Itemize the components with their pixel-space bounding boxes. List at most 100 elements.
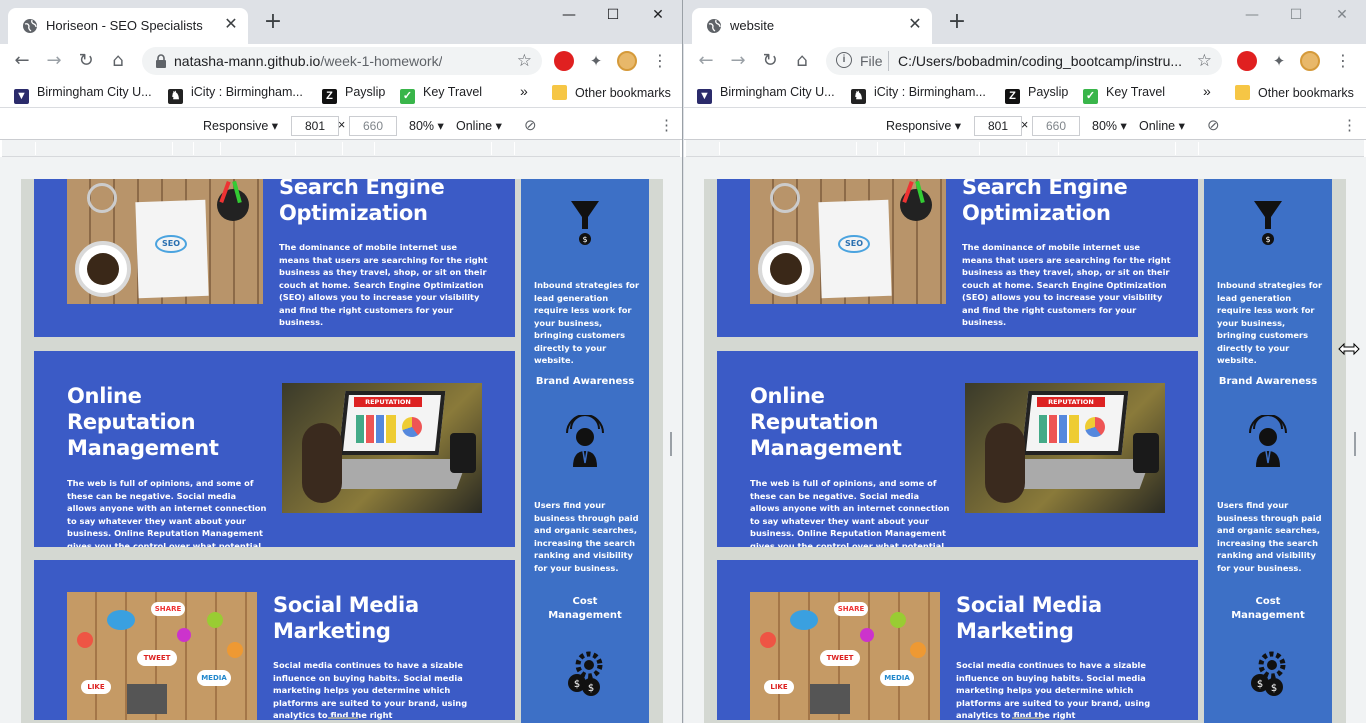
resize-handle-bottom[interactable] [328,717,358,719]
svg-text:$: $ [574,679,580,690]
reputation-heading-line2: Reputation [67,410,196,434]
bookmark-icity[interactable]: ♞ iCity : Birmingham... [168,85,303,104]
maximize-button[interactable]: ☐ [598,4,628,26]
network-dropdown[interactable]: Online ▾ [1139,118,1185,133]
file-scheme-label: File [860,53,883,69]
aside-lead-text: Inbound strategies for lead generation r… [534,280,640,365]
minimize-button[interactable]: — [1237,4,1267,26]
resize-handle-bottom[interactable] [1012,717,1042,719]
seo-heading-line2: Optimization [279,201,428,225]
other-bookmarks[interactable]: Other bookmarks [1235,85,1354,100]
adblock-extension-icon[interactable] [1237,51,1257,71]
svg-text:$: $ [582,235,587,244]
address-bar[interactable]: natasha-mann.github.io/week-1-homework/ … [142,47,542,75]
network-dropdown[interactable]: Online ▾ [456,118,502,133]
resize-handle-right[interactable] [670,432,672,456]
resize-cursor-icon [1338,342,1360,356]
card-reputation: Online Reputation Management REPUTATION Th… [34,351,515,547]
svg-text:$: $ [588,683,594,694]
minimize-button[interactable]: — [554,4,584,26]
maximize-button[interactable]: ☐ [1281,4,1311,26]
zoom-dropdown[interactable]: 80% ▾ [1092,118,1127,133]
url-text: natasha-mann.github.io/week-1-homework/ [174,53,442,69]
mode-label: Responsive [203,119,269,133]
reload-icon[interactable]: ↻ [758,50,782,72]
bookmark-label: Payslip [1028,85,1069,99]
bookmark-payslip[interactable]: Z Payslip [322,85,385,104]
home-icon[interactable]: ⌂ [106,50,130,72]
zoom-label: 80% [409,119,435,133]
bookmark-icity[interactable]: ♞ iCity : Birmingham... [851,85,986,104]
aside-brand-text: Users find your business through paid an… [1217,500,1322,573]
info-icon[interactable]: i [836,52,852,68]
resize-handle-right[interactable] [1354,432,1356,456]
bookmarks-overflow-icon[interactable]: » [520,83,528,99]
bookmark-label: iCity : Birmingham... [874,85,986,99]
responsive-dropdown[interactable]: Responsive ▾ [203,118,278,133]
home-icon[interactable]: ⌂ [790,50,814,72]
bookmark-label: Key Travel [423,85,483,99]
back-icon[interactable]: ← [10,50,34,72]
profile-avatar[interactable] [1300,51,1320,71]
extensions-puzzle-icon[interactable]: ✦ [586,51,606,71]
height-input[interactable]: 660 [349,116,397,136]
zoom-label: 80% [1092,119,1118,133]
profile-avatar[interactable] [617,51,637,71]
address-bar[interactable]: i File C:/Users/bobadmin/coding_bootcamp… [826,47,1222,75]
device-toolbar: Responsive ▾ 801 × 660 80% ▾ Online ▾ ⊘ … [0,112,682,140]
tab-horiseon[interactable]: Horiseon - SEO Specialists ✕ [8,8,248,44]
other-bookmarks[interactable]: Other bookmarks [552,85,671,100]
times-sign: × [1021,118,1029,132]
device-more-icon[interactable]: ⋮ [659,116,674,134]
bookmarks-overflow-icon[interactable]: » [1203,83,1211,99]
media-query-ruler[interactable] [686,140,1364,157]
bookmarks-bar: ▼ Birmingham City U... ♞ iCity : Birmingha… [684,78,1366,108]
close-window-button[interactable]: ✕ [1327,4,1357,26]
social-media-image: SHARE TWEET MEDIA LIKE [750,592,940,720]
new-tab-button[interactable]: + [946,11,968,34]
rotate-icon[interactable]: ⊘ [524,116,537,134]
social-heading-line2: Marketing [956,619,1074,643]
bookmark-label: iCity : Birmingham... [191,85,303,99]
device-toolbar: Responsive ▾ 801 × 660 80% ▾ Online ▾ ⊘ … [684,112,1366,140]
tab-close-icon[interactable]: ✕ [906,16,924,34]
back-icon[interactable]: ← [694,50,718,72]
card-reputation: Online Reputation Management REPUTATION Th… [717,351,1198,547]
card-seo: SEO Search Engine Optimization The domina… [34,179,515,337]
width-input[interactable]: 801 [974,116,1022,136]
height-input[interactable]: 660 [1032,116,1080,136]
lightbulb-person-icon [566,415,604,467]
tab-close-icon[interactable]: ✕ [222,16,240,34]
other-bookmarks-label: Other bookmarks [1258,86,1354,100]
close-window-button[interactable]: ✕ [643,4,673,26]
bookmark-bcu[interactable]: ▼ Birmingham City U... [14,85,152,104]
seo-body: The dominance of mobile internet use mea… [962,242,1171,327]
menu-kebab-icon[interactable]: ⋮ [1331,50,1355,72]
menu-kebab-icon[interactable]: ⋮ [648,50,672,72]
responsive-dropdown[interactable]: Responsive ▾ [886,118,961,133]
forward-icon[interactable]: → [42,50,66,72]
width-input[interactable]: 801 [291,116,339,136]
reload-icon[interactable]: ↻ [74,50,98,72]
aside-brand-text: Users find your business through paid an… [534,500,639,573]
zoom-dropdown[interactable]: 80% ▾ [409,118,444,133]
bookmark-keytravel[interactable]: ✓ Key Travel [400,85,482,104]
device-more-icon[interactable]: ⋮ [1342,116,1357,134]
bookmark-bcu[interactable]: ▼ Birmingham City U... [697,85,835,104]
seo-heading-line1: Search Engine [962,179,1128,199]
forward-icon[interactable]: → [726,50,750,72]
social-heading-line2: Marketing [273,619,391,643]
bookmark-keytravel[interactable]: ✓ Key Travel [1083,85,1165,104]
svg-text:$: $ [1271,683,1277,694]
extensions-puzzle-icon[interactable]: ✦ [1269,51,1289,71]
adblock-extension-icon[interactable] [554,51,574,71]
media-query-ruler[interactable] [2,140,680,157]
bookmark-star-icon[interactable]: ☆ [1197,51,1212,71]
bookmark-payslip[interactable]: Z Payslip [1005,85,1068,104]
rotate-icon[interactable]: ⊘ [1207,116,1220,134]
tab-website[interactable]: website ✕ [692,8,932,44]
social-heading: Social Media Marketing [273,592,493,644]
bookmark-star-icon[interactable]: ☆ [517,51,532,71]
device-viewport: SEO Search Engine Optimization The domina… [684,157,1366,723]
new-tab-button[interactable]: + [262,11,284,34]
